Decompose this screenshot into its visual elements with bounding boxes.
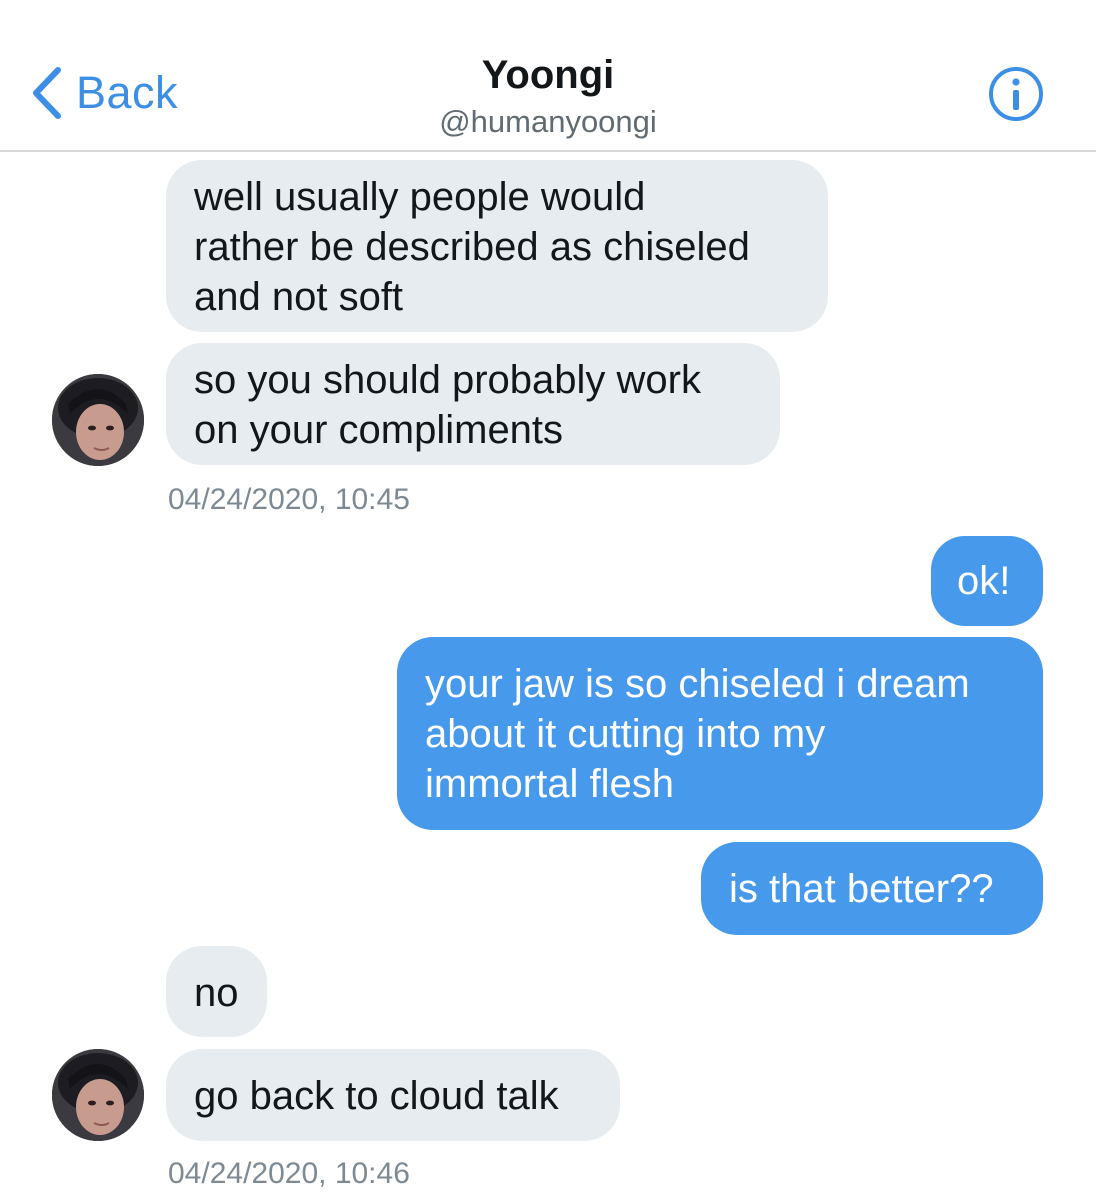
contact-avatar[interactable] [52, 1049, 144, 1141]
contact-avatar[interactable] [52, 374, 144, 466]
contact-name: Yoongi [481, 53, 615, 97]
outgoing-message-bubble[interactable]: your jaw is so chiseled i dream about it… [397, 637, 1043, 830]
avatar-photo [52, 1049, 144, 1141]
outgoing-message-bubble[interactable]: ok! [931, 536, 1043, 626]
conversation-title-block: Yoongi @humanyoongi [0, 50, 1096, 142]
incoming-message-bubble[interactable]: so you should probably work on your comp… [166, 343, 780, 465]
message-timestamp: 04/24/2020, 10:45 [168, 483, 410, 516]
incoming-message-bubble[interactable]: go back to cloud talk [166, 1049, 620, 1141]
outgoing-message-bubble[interactable]: is that better?? [701, 842, 1043, 935]
avatar-photo [52, 374, 144, 466]
info-icon[interactable] [988, 66, 1044, 122]
contact-handle: @humanyoongi [439, 104, 657, 139]
message-timestamp: 04/24/2020, 10:46 [168, 1157, 410, 1190]
incoming-message-bubble[interactable]: no [166, 946, 267, 1037]
incoming-message-bubble[interactable]: well usually people would rather be desc… [166, 160, 828, 332]
conversation-header: Back Yoongi @humanyoongi [0, 0, 1096, 152]
